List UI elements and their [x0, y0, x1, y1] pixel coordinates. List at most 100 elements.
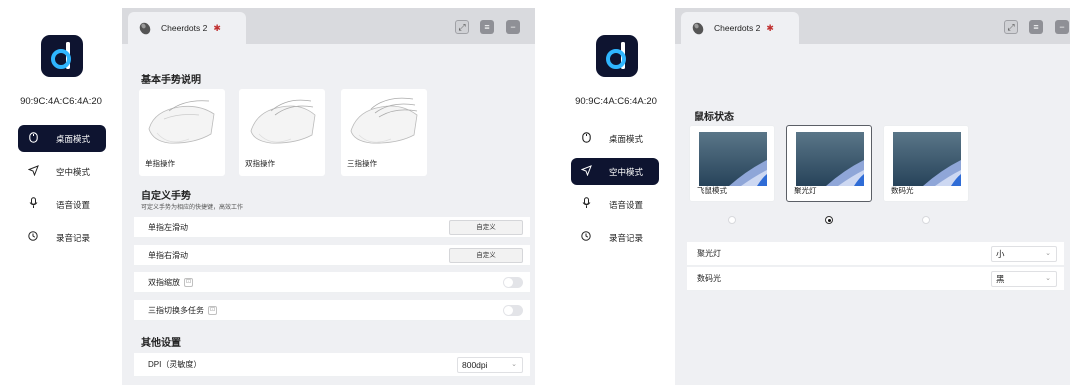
sidebar-item-recordings[interactable]: 录音记录	[18, 224, 106, 251]
digital-light-color-select[interactable]: 黑 ⌄	[991, 270, 1057, 287]
gesture-row-one-finger-right: 单指右滑动 自定义	[134, 245, 530, 266]
row-label: 聚光灯	[697, 249, 721, 258]
mode-card-label: 聚光灯	[794, 186, 817, 195]
microphone-icon	[18, 197, 48, 212]
mouse-icon	[571, 131, 601, 146]
chevron-down-icon: ⌄	[1045, 274, 1051, 282]
minimize-icon[interactable]: −	[1055, 20, 1069, 34]
tab-title: Cheerdots 2	[714, 23, 761, 33]
spotlight-size-select[interactable]: 小 ⌄	[991, 245, 1057, 262]
tab-bar: Cheerdots 2 ✱ ⤢ ≡ −	[675, 8, 1070, 44]
send-icon	[18, 164, 48, 179]
sidebar-item-recordings[interactable]: 录音记录	[571, 224, 659, 251]
select-value: 黑	[996, 273, 1005, 284]
mode-card-spotlight[interactable]: 聚光灯	[786, 125, 872, 202]
sidebar-item-desktop-mode[interactable]: 桌面模式	[571, 125, 659, 152]
digital-light-color-row: 数码光 黑 ⌄	[687, 267, 1064, 291]
pin-icon[interactable]: ✱	[213, 23, 221, 34]
mode-card-label: 飞鼠模式	[697, 186, 727, 195]
tab-device[interactable]: Cheerdots 2 ✱	[128, 12, 246, 44]
chevron-down-icon: ⌄	[511, 360, 517, 368]
chevron-down-icon: ⌄	[1045, 249, 1051, 257]
sidebar-item-label: 录音记录	[56, 232, 91, 243]
section-title: 基本手势说明	[141, 75, 201, 86]
air-mode-window: 90:9C:4A:C6:4A:20 桌面模式 空中模式 语音设置 录音记录 Ch…	[535, 0, 1070, 385]
hand-gesture-icon	[250, 99, 316, 144]
device-mouse-icon	[139, 22, 151, 35]
gesture-card-label: 三指操作	[347, 159, 377, 168]
select-value: 小	[996, 248, 1005, 259]
gesture-card-three-finger: 三指操作	[341, 89, 427, 176]
sidebar-item-label: 语音设置	[56, 199, 91, 210]
gesture-card-label: 单指操作	[145, 159, 175, 168]
clock-icon	[18, 231, 48, 244]
sidebar-item-label: 空中模式	[609, 166, 644, 177]
sidebar-item-air-mode[interactable]: 空中模式	[571, 158, 659, 185]
sidebar: 90:9C:4A:C6:4A:20 桌面模式 空中模式 语音设置 录音记录	[0, 0, 122, 385]
gesture-card-label: 双指操作	[245, 159, 275, 168]
sidebar: 90:9C:4A:C6:4A:20 桌面模式 空中模式 语音设置 录音记录	[553, 0, 675, 385]
info-icon[interactable]: ⊡	[184, 277, 193, 287]
customize-button[interactable]: 自定义	[449, 247, 523, 263]
hand-gesture-icon	[350, 97, 418, 144]
mode-preview-image	[796, 132, 864, 186]
section-title: 其他设置	[141, 338, 181, 349]
hand-gesture-icon	[148, 100, 215, 144]
sidebar-item-voice-settings[interactable]: 语音设置	[571, 191, 659, 218]
customize-button[interactable]: 自定义	[449, 219, 523, 235]
device-mouse-icon	[692, 22, 704, 35]
gesture-card-one-finger: 单指操作	[139, 89, 225, 176]
tab-title: Cheerdots 2	[161, 23, 208, 33]
pin-icon[interactable]: ✱	[766, 23, 774, 34]
tab-bar: Cheerdots 2 ✱ ⤢ ≡ −	[122, 8, 535, 44]
menu-icon[interactable]: ≡	[480, 20, 494, 34]
sidebar-item-air-mode[interactable]: 空中模式	[18, 158, 106, 185]
sidebar-item-label: 桌面模式	[609, 133, 644, 144]
clock-icon	[571, 231, 601, 244]
logo-d-icon	[606, 42, 626, 69]
dpi-select[interactable]: 800dpi ⌄	[457, 356, 523, 373]
mode-radio-air-mouse[interactable]	[728, 216, 736, 224]
mode-card-digital-light[interactable]: 数码光	[883, 125, 969, 202]
expand-icon[interactable]: ⤢	[455, 20, 469, 34]
row-label: 单指左滑动	[148, 222, 188, 232]
sidebar-item-voice-settings[interactable]: 语音设置	[18, 191, 106, 218]
microphone-icon	[571, 197, 601, 212]
minimize-icon[interactable]: −	[506, 20, 520, 34]
row-label: 双指缩放	[148, 277, 180, 287]
info-icon[interactable]: ⊡	[208, 305, 217, 315]
sidebar-item-label: 录音记录	[609, 232, 644, 243]
row-label: DPI（灵敏度）	[148, 360, 202, 369]
menu-icon[interactable]: ≡	[1029, 20, 1043, 34]
device-mac-address: 90:9C:4A:C6:4A:20	[20, 96, 102, 107]
sidebar-item-desktop-mode[interactable]: 桌面模式	[18, 125, 106, 152]
tab-device[interactable]: Cheerdots 2 ✱	[681, 12, 799, 44]
dpi-row: DPI（灵敏度） 800dpi ⌄	[134, 353, 530, 377]
mode-radio-spotlight[interactable]	[825, 216, 833, 224]
mode-card-air-mouse[interactable]: 飞鼠模式	[689, 125, 775, 202]
send-icon	[571, 164, 601, 179]
row-label: 三指切换多任务	[148, 305, 204, 315]
gesture-card-two-finger: 双指操作	[239, 89, 325, 176]
row-label: 数码光	[697, 274, 721, 283]
sidebar-item-label: 语音设置	[609, 199, 644, 210]
section-title: 鼠标状态	[694, 112, 734, 123]
zoom-toggle[interactable]	[503, 276, 523, 288]
row-label: 单指右滑动	[148, 250, 188, 260]
expand-icon[interactable]: ⤢	[1004, 20, 1018, 34]
app-logo	[41, 35, 83, 77]
mode-preview-image	[699, 132, 767, 186]
desktop-mode-window: 90:9C:4A:C6:4A:20 桌面模式 空中模式 语音设置 录音记录 Ch…	[0, 0, 535, 385]
mode-preview-image	[893, 132, 961, 186]
main-panel: Cheerdots 2 ✱ ⤢ ≡ − 基本手势说明 单指操作 双指操作 三指操…	[122, 8, 535, 385]
task-switch-toggle[interactable]	[503, 304, 523, 316]
app-logo	[596, 35, 638, 77]
section-subtitle: 可定义手势为相应的快捷键，高效工作	[141, 205, 244, 211]
mouse-icon	[18, 131, 48, 146]
mode-radio-digital-light[interactable]	[922, 216, 930, 224]
device-mac-address: 90:9C:4A:C6:4A:20	[575, 96, 657, 107]
sidebar-item-label: 桌面模式	[56, 133, 91, 144]
main-panel: Cheerdots 2 ✱ ⤢ ≡ − 鼠标状态 飞鼠模式 聚光灯 数码光 聚光…	[675, 8, 1070, 385]
select-value: 800dpi	[462, 359, 488, 370]
gesture-row-three-finger-switch: 三指切换多任务 ⊡	[134, 300, 530, 321]
